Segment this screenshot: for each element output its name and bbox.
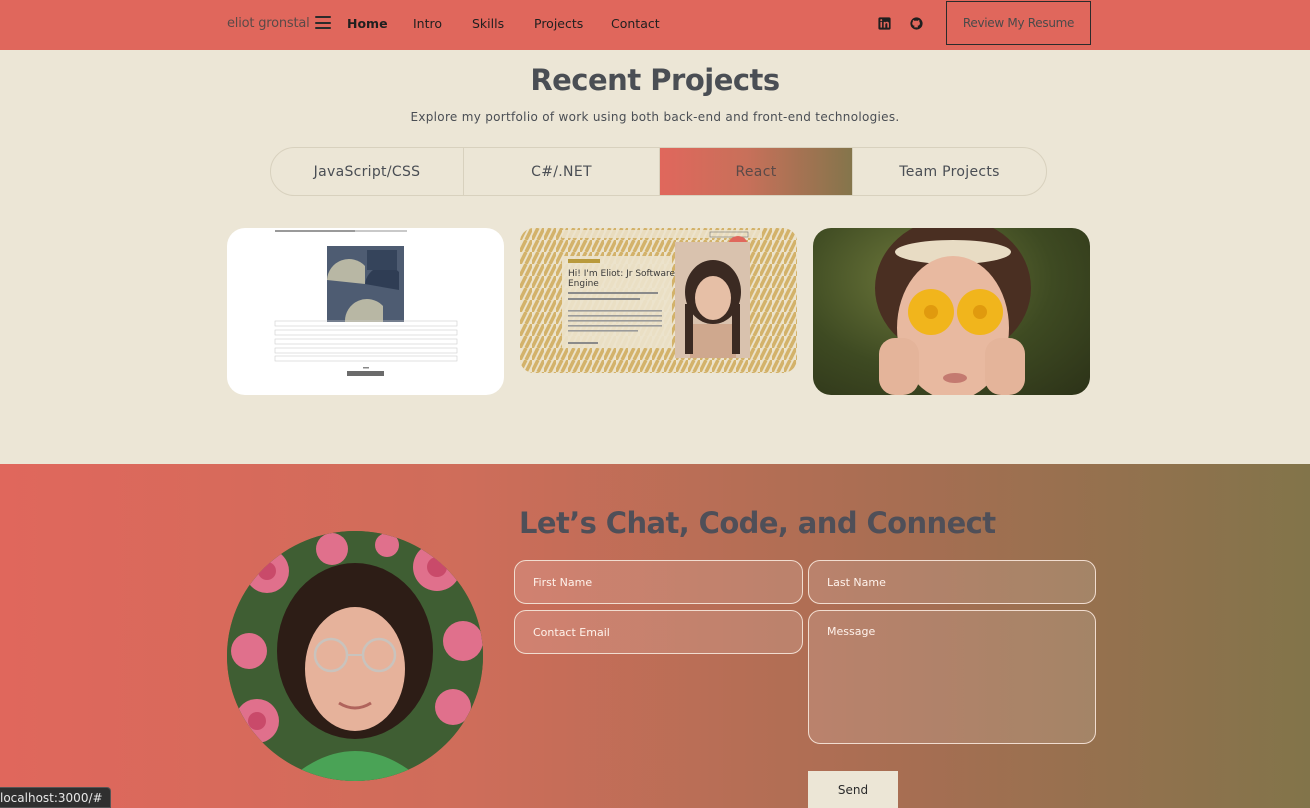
review-resume-button[interactable]: Review My Resume [946,1,1091,45]
email-input[interactable] [515,611,802,653]
tab-csharp-dotnet[interactable]: C#/.NET [464,148,660,195]
nav-link-home[interactable]: Home [347,16,388,31]
last-name-input[interactable] [809,561,1095,603]
avatar [227,531,483,781]
projects-subtitle: Explore my portfolio of work using both … [410,110,900,124]
message-field[interactable] [808,610,1096,744]
svg-text:Hi! I'm Eliot: Jr Software: Hi! I'm Eliot: Jr Software [568,269,675,279]
project-thumbnail-form-app [274,230,458,376]
linkedin-icon[interactable] [878,17,891,30]
message-textarea[interactable] [809,611,1095,743]
project-card-1[interactable] [227,228,504,395]
nav-link-projects[interactable]: Projects [534,16,583,31]
menu-icon[interactable] [315,16,331,29]
contact-title: Let’s Chat, Code, and Connect [519,506,996,540]
projects-title: Recent Projects [530,63,780,97]
tab-javascript-css[interactable]: JavaScript/CSS [271,148,464,195]
last-name-field[interactable] [808,560,1096,604]
send-button[interactable]: Send [808,771,898,808]
nav-link-intro[interactable]: Intro [413,16,442,31]
project-tabs: JavaScript/CSS C#/.NET React Team Projec… [270,147,1047,196]
email-field[interactable] [514,610,803,654]
nav-link-contact[interactable]: Contact [611,16,660,31]
status-bar-url: localhost:3000/# [0,787,111,808]
first-name-input[interactable] [515,561,802,603]
profile-photo [227,531,483,781]
first-name-field[interactable] [514,560,803,604]
github-icon[interactable] [910,17,923,30]
brand-name[interactable]: eliot gronstal [227,16,310,31]
project-thumbnail-portfolio: Hi! I'm Eliot: Jr Software Engine [520,228,797,373]
top-nav: eliot gronstal Home Intro Skills Project… [0,0,1310,50]
tab-react[interactable]: React [660,148,853,195]
project-thumbnail-photo [875,228,1031,395]
nav-link-skills[interactable]: Skills [472,16,504,31]
svg-text:Engine: Engine [568,279,599,289]
project-card-3[interactable] [813,228,1090,395]
tab-team-projects[interactable]: Team Projects [853,148,1046,195]
project-card-2[interactable]: Hi! I'm Eliot: Jr Software Engine [520,228,797,373]
